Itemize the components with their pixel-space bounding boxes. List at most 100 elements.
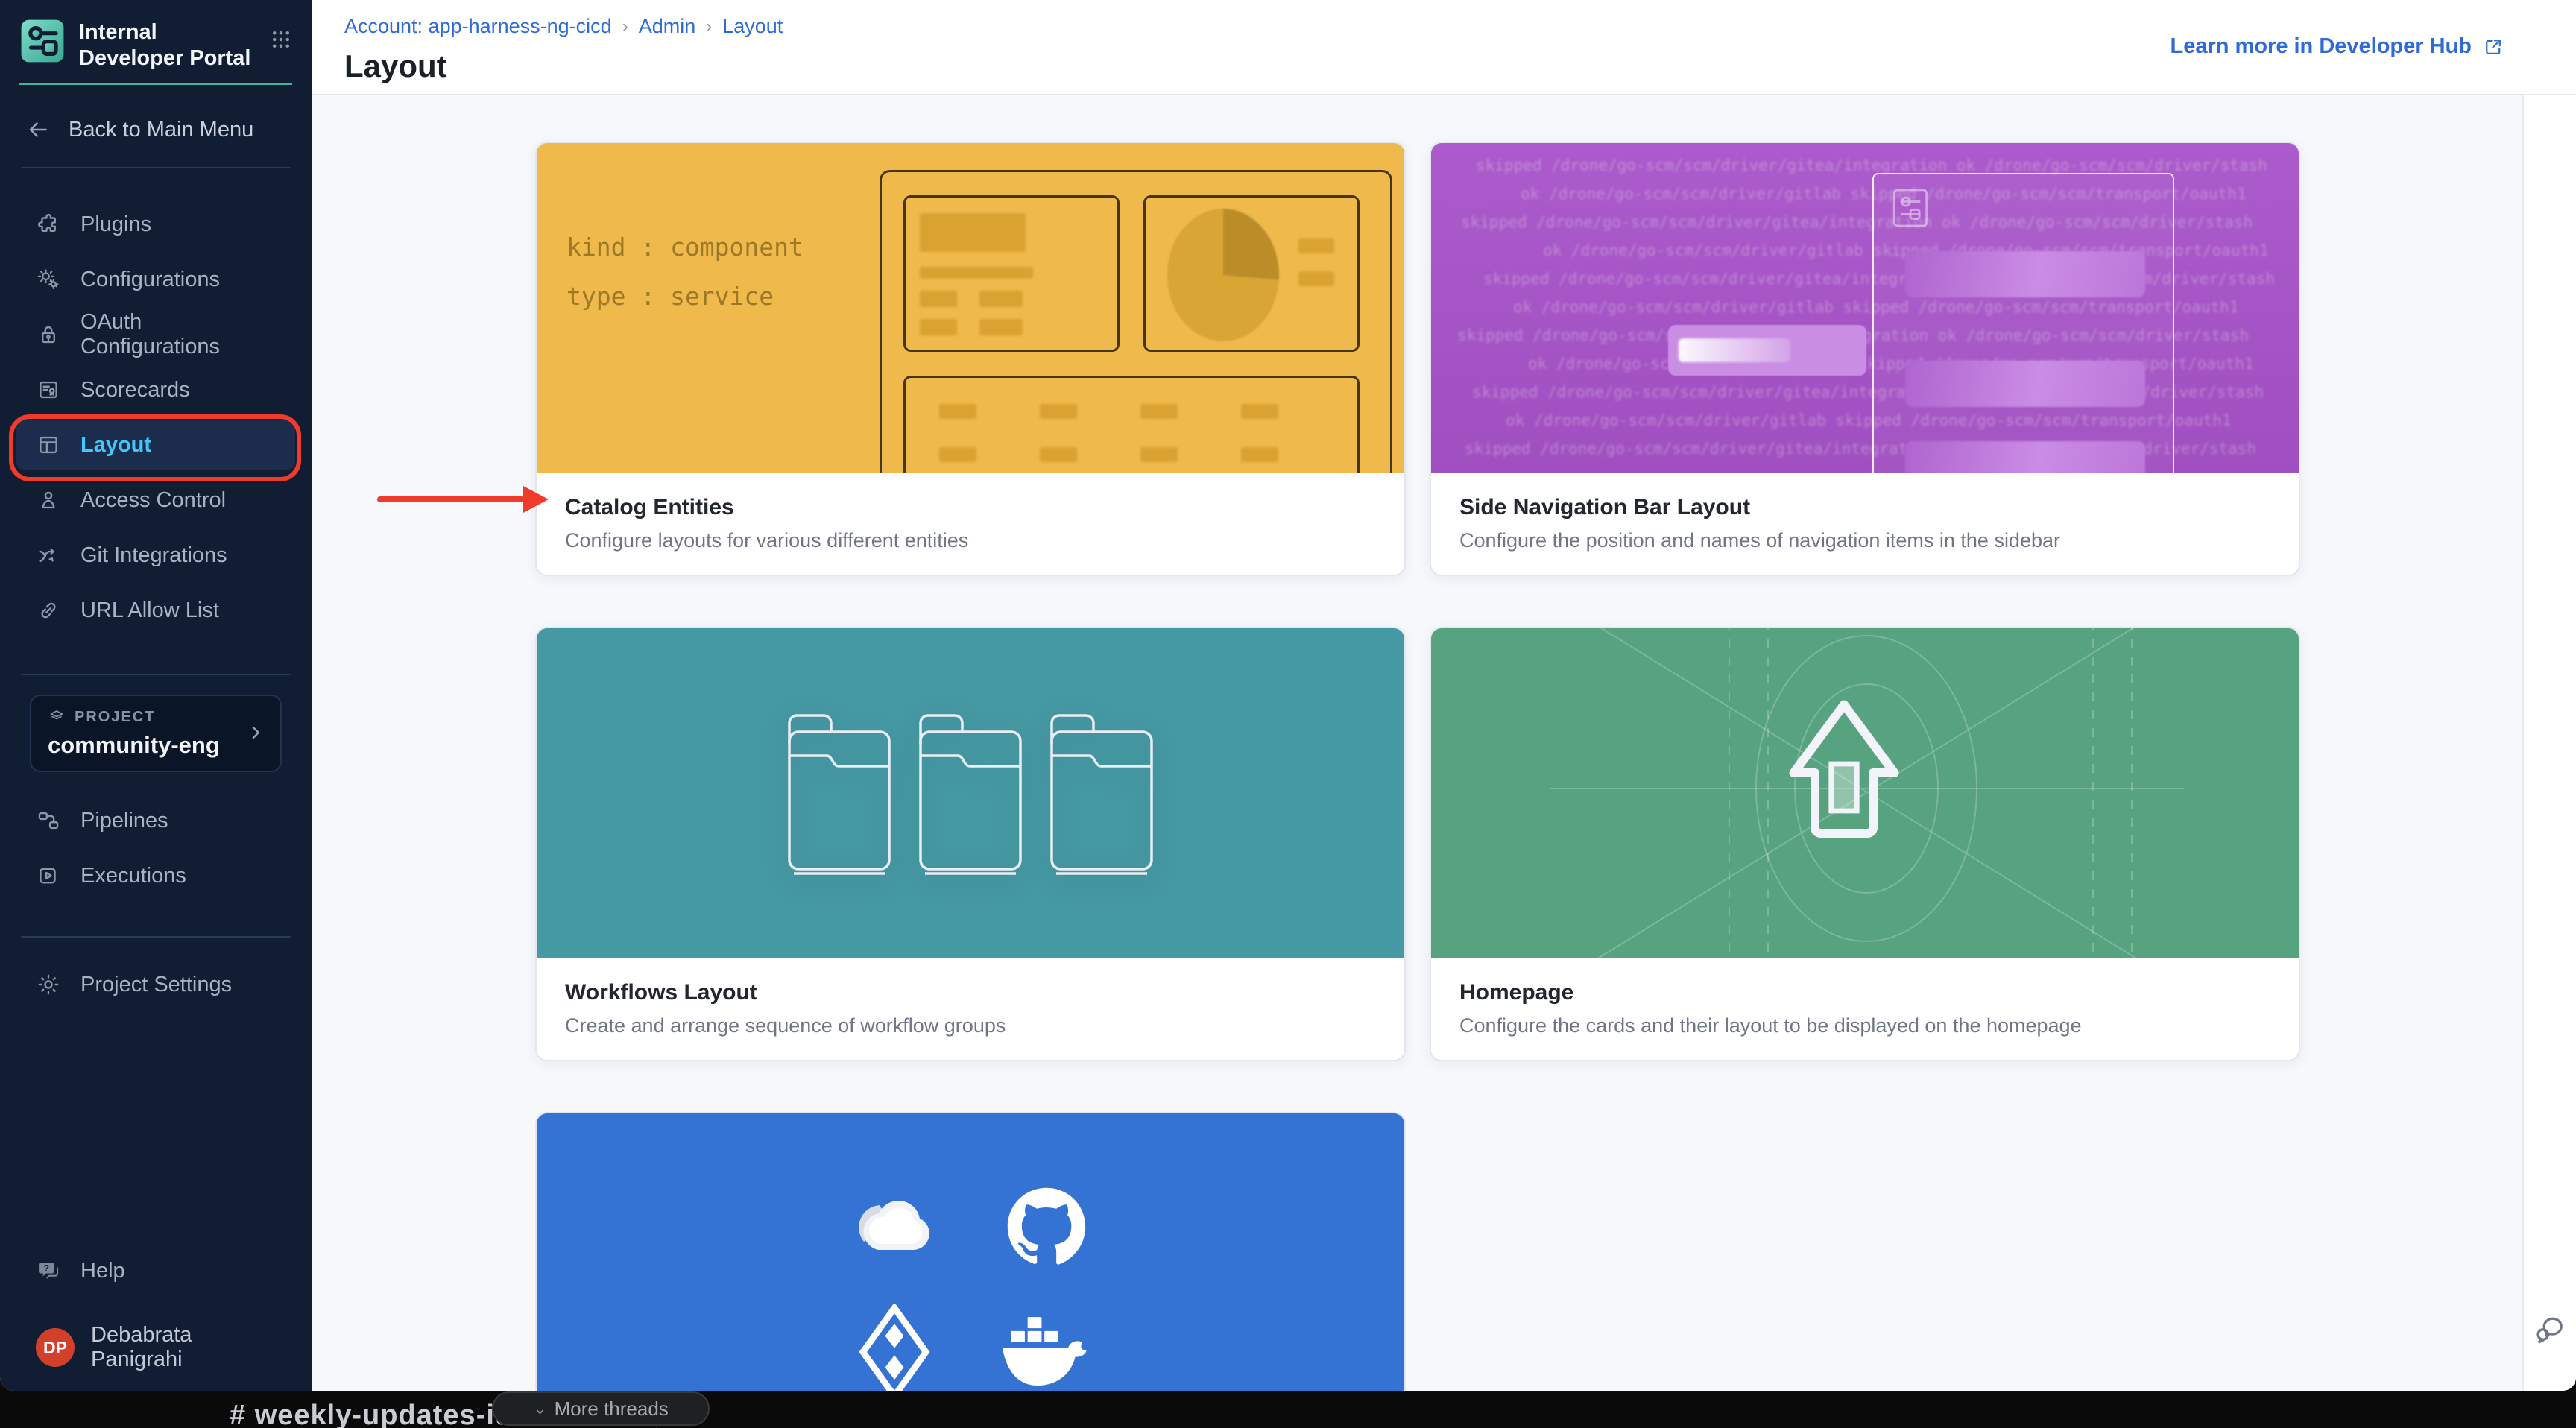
right-rail xyxy=(2522,95,2576,1391)
chat-bubbles-icon[interactable] xyxy=(2530,1310,2569,1349)
main-content: Account: app-harness-ng-cicd › Admin › L… xyxy=(312,0,2576,1391)
card-description: Configure the position and names of navi… xyxy=(1459,529,2270,552)
svg-text:?: ? xyxy=(43,1263,49,1274)
sidebar-header: Internal Developer Portal xyxy=(19,0,292,85)
learn-more-link[interactable]: Learn more in Developer Hub xyxy=(2171,34,2505,59)
url-allow-list-icon xyxy=(36,598,61,623)
workflows-illustration xyxy=(537,628,1404,958)
sidebar-item-label: Pipelines xyxy=(80,809,168,833)
mini-logo-icon xyxy=(1889,186,1932,230)
pie-chart-shape xyxy=(1167,209,1279,341)
app-title: Internal Developer Portal xyxy=(79,18,256,72)
scorecards-icon xyxy=(36,377,61,402)
sidebar-item-label: URL Allow List xyxy=(80,598,219,623)
idp-logo-icon xyxy=(19,18,66,64)
project-selector[interactable]: PROJECT community-eng xyxy=(30,695,282,772)
breadcrumb-separator: › xyxy=(706,16,712,37)
sidebar-item-access-control[interactable]: Access Control xyxy=(16,476,295,525)
dragged-nav-item-highlight xyxy=(1679,338,1790,362)
homepage-illustration xyxy=(1431,628,2299,958)
card-description: Create and arrange sequence of workflow … xyxy=(565,1014,1376,1037)
configurations-icon xyxy=(36,267,61,292)
sidebar-item-label: Project Settings xyxy=(80,973,232,997)
integrations-illustration xyxy=(537,1113,1404,1391)
breadcrumb-account[interactable]: Account: app-harness-ng-cicd xyxy=(344,15,612,38)
card-title: Workflows Layout xyxy=(565,980,1376,1005)
project-name: community-eng xyxy=(48,732,264,759)
sidebar-item-configurations[interactable]: Configurations xyxy=(16,255,295,304)
sidebar-item-project-settings[interactable]: Project Settings xyxy=(16,960,295,1009)
executions-icon xyxy=(36,863,61,888)
sidebar-item-plugins[interactable]: Plugins xyxy=(16,200,295,249)
card-title: Catalog Entities xyxy=(565,495,1376,520)
sidebar-item-label: Scorecards xyxy=(80,378,190,402)
back-to-main-menu[interactable]: Back to Main Menu xyxy=(21,110,291,149)
layout-icon xyxy=(36,432,61,458)
sidebar-item-label: Layout xyxy=(80,433,151,458)
sidebar-item-layout[interactable]: Layout xyxy=(16,420,295,470)
breadcrumb-separator: › xyxy=(622,16,628,37)
plugin-icon xyxy=(36,212,61,237)
pipelines-icon xyxy=(36,808,61,833)
help-label: Help xyxy=(80,1259,125,1283)
breadcrumb-layout[interactable]: Layout xyxy=(722,15,783,38)
user-name: Debabrata Panigrahi xyxy=(91,1323,276,1372)
sidebar-item-executions[interactable]: Executions xyxy=(16,851,295,900)
sidebar: Internal Developer Portal Back to Main M… xyxy=(0,0,312,1391)
github-icon xyxy=(998,1182,1095,1271)
breadcrumb-admin[interactable]: Admin xyxy=(639,15,696,38)
sidebar-item-label: Executions xyxy=(80,864,186,888)
more-threads-button[interactable]: ⌄ More threads xyxy=(492,1391,710,1426)
apps-grid-icon[interactable] xyxy=(270,28,292,51)
card-integrations[interactable] xyxy=(535,1112,1406,1391)
sidebar-item-label: Configurations xyxy=(80,268,220,292)
nav-bar-shape xyxy=(1905,441,2145,473)
external-link-icon xyxy=(2482,36,2504,58)
sidebar-divider xyxy=(21,674,291,675)
sidebar-settings-nav: Project Settings xyxy=(0,954,312,1015)
project-eyebrow-label: PROJECT xyxy=(75,709,155,726)
sidebar-secondary-nav: Pipelines Executions xyxy=(0,790,312,906)
sidebar-item-oauth-configurations[interactable]: OAuth Configurations xyxy=(16,310,295,359)
side-nav-illustration: skipped /drone/go-scm/scm/driver/gitea/i… xyxy=(1431,143,2299,473)
sidebar-item-help[interactable]: ? Help xyxy=(16,1246,295,1295)
sidebar-item-scorecards[interactable]: Scorecards xyxy=(16,365,295,414)
back-label: Back to Main Menu xyxy=(69,118,253,142)
chevron-right-icon xyxy=(244,721,267,744)
sidebar-item-label: OAuth Configurations xyxy=(80,310,276,359)
background-channel-name: # weekly-updates-idn xyxy=(230,1400,531,1428)
arrow-left-icon xyxy=(25,117,51,142)
gear-icon xyxy=(36,972,61,997)
sidebar-nav: Plugins Configurations xyxy=(0,194,312,641)
card-workflows-layout[interactable]: Workflows Layout Create and arrange sequ… xyxy=(535,627,1406,1061)
house-icon xyxy=(1794,705,1895,834)
sidebar-item-url-allow-list[interactable]: URL Allow List xyxy=(16,586,295,635)
folder-icon xyxy=(915,710,1026,877)
sidebar-item-git-integrations[interactable]: Git Integrations xyxy=(16,531,295,580)
learn-more-label: Learn more in Developer Hub xyxy=(2171,34,2472,59)
screen: # weekly-updates-idn ⌄ More threads xyxy=(0,0,2576,1428)
sidebar-item-label: Git Integrations xyxy=(80,543,227,568)
sidebar-item-label: Access Control xyxy=(80,488,226,513)
more-threads-label: More threads xyxy=(555,1397,669,1421)
card-description: Configure layouts for various different … xyxy=(565,529,1376,552)
sidebar-divider xyxy=(21,167,291,168)
user-menu[interactable]: DP Debabrata Panigrahi xyxy=(16,1324,295,1371)
yaml-type-line: type : service xyxy=(566,282,774,311)
sidebar-item-label: Plugins xyxy=(80,212,151,237)
diamond-grid-icon xyxy=(846,1307,943,1391)
avatar: DP xyxy=(36,1328,75,1367)
card-catalog-entities[interactable]: kind : component type : service xyxy=(535,142,1406,576)
app-window: Internal Developer Portal Back to Main M… xyxy=(0,0,2576,1391)
access-control-icon xyxy=(36,487,61,513)
card-description: Configure the cards and their layout to … xyxy=(1459,1014,2270,1037)
chevron-down-icon: ⌄ xyxy=(533,1399,546,1418)
nav-bar-shape xyxy=(1905,361,2145,407)
card-homepage[interactable]: Homepage Configure the cards and their l… xyxy=(1430,627,2300,1061)
git-integrations-icon xyxy=(36,543,61,568)
docker-icon xyxy=(998,1307,1095,1391)
layers-icon xyxy=(48,708,66,726)
sidebar-divider xyxy=(21,936,291,938)
card-side-navigation-bar-layout[interactable]: skipped /drone/go-scm/scm/driver/gitea/i… xyxy=(1430,142,2300,576)
sidebar-item-pipelines[interactable]: Pipelines xyxy=(16,796,295,845)
